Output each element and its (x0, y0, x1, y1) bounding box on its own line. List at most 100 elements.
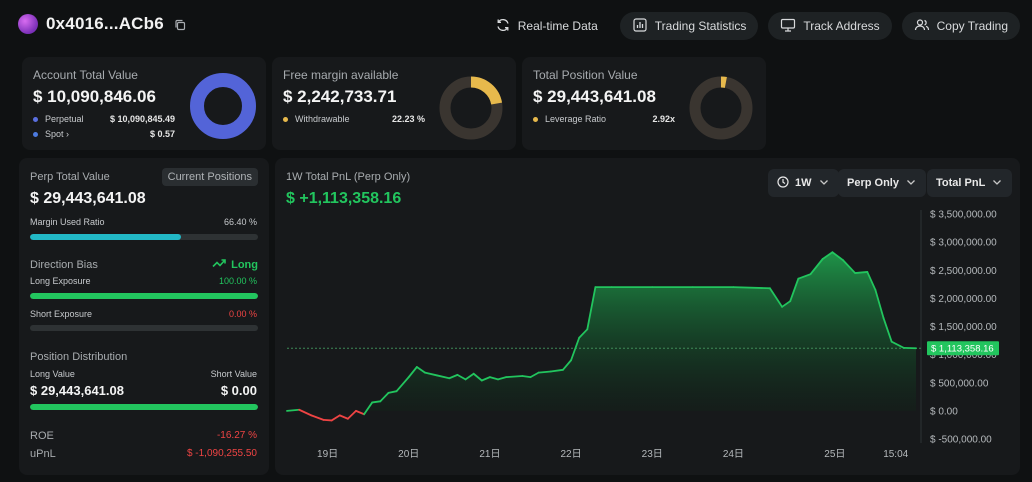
account-total-value: $ 10,090,846.06 (33, 87, 156, 106)
top-bar: 0x4016...ACb6 Real-time Data Trading Sta… (0, 0, 1032, 52)
direction-bias-value: Long (231, 258, 258, 271)
y-tick-label: $ 2,000,000.00 (930, 294, 997, 305)
withdrawable-row: Withdrawable 22.23 % (283, 114, 425, 124)
users-icon (914, 17, 930, 36)
leverage-label: Leverage Ratio (545, 114, 607, 124)
account-donut (190, 73, 256, 139)
long-exposure-value: 100.00 % (218, 276, 257, 286)
copy-trading-label: Copy Trading (936, 19, 1008, 33)
perp-panel: Perp Total Value Current Positions $ 29,… (19, 158, 269, 475)
long-exposure-label: Long Exposure (30, 276, 91, 286)
pnl-line-segment (310, 414, 325, 421)
pnl-area-fill (287, 252, 916, 411)
short-value-amount: $ 0.00 (220, 383, 257, 398)
short-exposure-bar (30, 325, 258, 331)
realtime-data-label: Real-time Data (517, 19, 598, 33)
pnl-line-segment (521, 375, 532, 379)
long-value-amount: $ 29,443,641.08 (30, 383, 124, 398)
free-margin-title: Free margin available (283, 68, 399, 82)
long-exposure-bar (30, 293, 258, 299)
short-exposure-value: 0.00 % (228, 309, 257, 319)
wallet-address: 0x4016...ACb6 (46, 14, 164, 33)
pnl-line-segment (322, 418, 333, 422)
total-position-donut (689, 76, 753, 140)
direction-bias-label: Direction Bias (30, 259, 98, 271)
leverage-dot (533, 116, 538, 122)
y-tick-label: $ 2,500,000.00 (930, 266, 997, 277)
pnl-line-segment (732, 286, 771, 290)
x-tick-label: 23日 (642, 449, 663, 460)
y-tick-label: $ 3,000,000.00 (930, 238, 997, 249)
pnl-line-segment (338, 414, 349, 420)
direction-bias-value-block: Long (212, 258, 258, 271)
last-value-label: $ 1,113,358.16 (931, 344, 994, 355)
monitor-icon (780, 17, 796, 36)
bar-chart-icon (632, 17, 648, 36)
realtime-data-button[interactable]: Real-time Data (483, 12, 610, 40)
pnl-line-segment (355, 409, 366, 416)
perp-total-value: $ 29,443,641.08 (30, 190, 146, 207)
position-distribution-label: Position Distribution (30, 351, 128, 363)
address-block: 0x4016...ACb6 (18, 14, 186, 34)
spot-value: $ 0.57 (149, 129, 175, 139)
x-tick-label: 22日 (561, 449, 582, 460)
margin-used-fill (30, 234, 182, 240)
y-tick-label: $ 1,500,000.00 (930, 322, 997, 333)
avatar (18, 14, 38, 34)
y-tick-label: $ 3,500,000.00 (930, 210, 997, 221)
pnl-chart-card: 1W Total PnL (Perp Only) $ +1,113,358.16… (275, 158, 1020, 475)
perpetual-row: Perpetual $ 10,090,845.49 (33, 114, 175, 124)
x-tick-label: 21日 (479, 449, 500, 460)
trading-statistics-button[interactable]: Trading Statistics (619, 12, 759, 40)
refresh-icon (495, 17, 511, 36)
total-position-value: $ 29,443,641.08 (533, 87, 656, 106)
x-tick-label: 24日 (723, 449, 744, 460)
perpetual-dot (33, 116, 38, 122)
margin-used-label: Margin Used Ratio (30, 217, 105, 227)
pnl-line-segment (286, 408, 301, 412)
total-position-card: Total Position Value $ 29,443,641.08 Lev… (522, 57, 766, 150)
upnl-value: $ -1,090,255.50 (186, 448, 257, 459)
y-tick-label: $ -500,000.00 (930, 435, 992, 446)
perp-total-title: Perp Total Value (30, 171, 110, 183)
position-distribution-fill (30, 404, 258, 410)
free-margin-donut (439, 76, 503, 140)
margin-used-value: 66.40 % (223, 217, 257, 227)
free-margin-card: Free margin available $ 2,242,733.71 Wit… (272, 57, 516, 150)
account-total-card: Account Total Value $ 10,090,846.06 Perp… (22, 57, 266, 150)
copy-trading-button[interactable]: Copy Trading (901, 12, 1020, 40)
account-total-title: Account Total Value (33, 68, 138, 82)
pnl-line-segment (330, 414, 341, 422)
roe-value: -16.27 % (216, 430, 257, 441)
position-distribution-bar (30, 404, 258, 410)
short-value-label: Short Value (210, 369, 257, 379)
withdrawable-label: Withdrawable (295, 114, 350, 124)
margin-used-bar (30, 234, 258, 240)
total-position-title: Total Position Value (533, 68, 638, 82)
track-address-label: Track Address (803, 19, 880, 33)
spot-dot (33, 131, 38, 137)
copy-icon[interactable] (174, 18, 186, 31)
trend-up-icon (212, 258, 226, 271)
perpetual-value: $ 10,090,845.49 (109, 114, 175, 124)
spot-label: Spot › (45, 129, 70, 139)
withdrawable-value: 22.23 % (391, 114, 425, 124)
withdrawable-dot (283, 116, 288, 122)
long-value-label: Long Value (30, 369, 75, 379)
pnl-line-segment (854, 271, 869, 274)
x-tick-label: 19日 (317, 449, 338, 460)
spot-row[interactable]: Spot › $ 0.57 (33, 129, 175, 139)
pnl-area-chart: $ 3,500,000.00 $ 3,000,000.00 $ 2,500,000.… (286, 210, 999, 460)
x-tick-label: 25日 (824, 449, 845, 460)
long-exposure-fill (30, 293, 258, 299)
current-positions-badge[interactable]: Current Positions (161, 168, 258, 186)
pnl-line-segment (505, 375, 524, 379)
roe-label: ROE (30, 430, 54, 442)
upnl-label: uPnL (30, 448, 56, 460)
pnl-line-segment (346, 409, 357, 420)
trading-statistics-label: Trading Statistics (654, 19, 747, 33)
track-address-button[interactable]: Track Address (768, 12, 892, 40)
x-tick-label: 15:04 (883, 449, 908, 460)
y-tick-label: $ 0.00 (930, 406, 958, 417)
pnl-line-segment (371, 400, 382, 404)
